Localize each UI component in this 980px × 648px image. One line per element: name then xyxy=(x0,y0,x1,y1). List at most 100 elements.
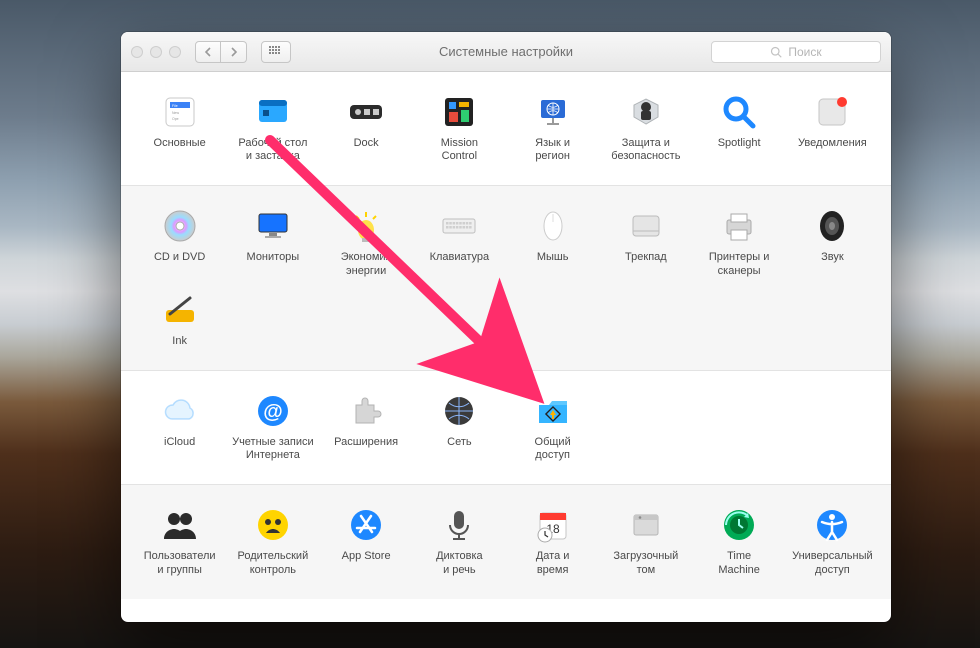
pref-label: Универсальный доступ xyxy=(792,550,873,576)
pref-label: Диктовка и речь xyxy=(436,550,483,576)
pref-label: Расширения xyxy=(334,436,398,449)
pref-icloud[interactable]: iCloud xyxy=(133,387,226,466)
pref-users[interactable]: Пользователи и группы xyxy=(133,501,226,580)
pref-cddvd[interactable]: CD и DVD xyxy=(133,202,226,281)
sharing-icon xyxy=(533,391,573,431)
pref-label: Экономия энергии xyxy=(341,251,392,277)
pref-label: Основные xyxy=(154,137,206,150)
extensions-icon xyxy=(346,391,386,431)
pref-accessibility[interactable]: Универсальный доступ xyxy=(786,501,879,580)
pref-label: Пользователи и группы xyxy=(144,550,216,576)
pref-label: Ink xyxy=(172,335,187,348)
close-button[interactable] xyxy=(131,46,143,58)
pref-sound[interactable]: Звук xyxy=(786,202,879,281)
preferences-body: File New Ope Основные Рабочий стол и заставк… xyxy=(121,72,891,622)
pref-datetime[interactable]: 18Дата и время xyxy=(506,501,599,580)
dictation-icon xyxy=(439,505,479,545)
pref-trackpad[interactable]: Трекпад xyxy=(599,202,692,281)
pref-label: Принтеры и сканеры xyxy=(709,251,770,277)
pref-label: Защита и безопасность xyxy=(611,137,680,163)
back-button[interactable] xyxy=(195,41,221,63)
pref-ink[interactable]: Ink xyxy=(133,286,226,352)
pref-desktop[interactable]: Рабочий стол и заставка xyxy=(226,88,319,167)
appstore-icon xyxy=(346,505,386,545)
pref-spotlight[interactable]: Spotlight xyxy=(693,88,786,167)
pref-section-0: File New Ope Основные Рабочий стол и заставк… xyxy=(121,72,891,185)
pref-parental[interactable]: Родительский контроль xyxy=(226,501,319,580)
trackpad-icon xyxy=(626,206,666,246)
pref-mouse[interactable]: Мышь xyxy=(506,202,599,281)
pref-label: CD и DVD xyxy=(154,251,205,264)
search-field[interactable]: Поиск xyxy=(711,41,881,63)
sound-icon xyxy=(812,206,852,246)
pref-label: Звук xyxy=(821,251,844,264)
svg-text:File: File xyxy=(172,104,178,108)
pref-label: App Store xyxy=(342,550,391,563)
pref-section-2: iCloud @ Учетные записи Интернета Расширени… xyxy=(121,370,891,484)
pref-section-1: CD и DVD Мониторы Экономия энергии Клавиату… xyxy=(121,185,891,370)
notifications-icon xyxy=(812,92,852,132)
svg-text:Ope: Ope xyxy=(172,117,179,121)
pref-label: Родительский контроль xyxy=(238,550,309,576)
pref-label: Сеть xyxy=(447,436,471,449)
pref-label: Трекпад xyxy=(625,251,667,264)
pref-label: Дата и время xyxy=(536,550,570,576)
users-icon xyxy=(160,505,200,545)
show-all-button[interactable] xyxy=(261,41,291,63)
zoom-button[interactable] xyxy=(169,46,181,58)
pref-label: Dock xyxy=(354,137,379,150)
desktop-wallpaper: Системные настройки Поиск File New Ope Осно… xyxy=(0,0,980,648)
forward-button[interactable] xyxy=(221,41,247,63)
grid-icon xyxy=(269,46,283,58)
pref-dock[interactable]: Dock xyxy=(320,88,413,167)
pref-label: Mission Control xyxy=(441,137,478,163)
pref-energy[interactable]: Экономия энергии xyxy=(320,202,413,281)
nav-back-forward xyxy=(195,41,247,63)
pref-label: Язык и регион xyxy=(535,137,570,163)
system-preferences-window: Системные настройки Поиск File New Ope Осно… xyxy=(121,32,891,622)
desktop-icon xyxy=(253,92,293,132)
keyboard-icon xyxy=(439,206,479,246)
dock-icon xyxy=(346,92,386,132)
pref-security[interactable]: Защита и безопасность xyxy=(599,88,692,167)
security-icon xyxy=(626,92,666,132)
pref-appstore[interactable]: App Store xyxy=(320,501,413,580)
pref-label: Уведомления xyxy=(798,137,867,150)
startup-icon xyxy=(626,505,666,545)
search-placeholder: Поиск xyxy=(788,45,821,59)
svg-text:@: @ xyxy=(263,401,283,423)
pref-keyboard[interactable]: Клавиатура xyxy=(413,202,506,281)
general-icon: File New Ope xyxy=(160,92,200,132)
icloud-icon xyxy=(160,391,200,431)
ink-icon xyxy=(160,290,200,330)
pref-lang[interactable]: Язык и регион xyxy=(506,88,599,167)
pref-internet[interactable]: @ Учетные записи Интернета xyxy=(226,387,319,466)
parental-icon xyxy=(253,505,293,545)
svg-text:New: New xyxy=(172,111,179,115)
pref-general[interactable]: File New Ope Основные xyxy=(133,88,226,167)
pref-dictation[interactable]: Диктовка и речь xyxy=(413,501,506,580)
mission-icon xyxy=(439,92,479,132)
pref-network[interactable]: Сеть xyxy=(413,387,506,466)
pref-displays[interactable]: Мониторы xyxy=(226,202,319,281)
pref-mission[interactable]: Mission Control xyxy=(413,88,506,167)
pref-printers[interactable]: Принтеры и сканеры xyxy=(693,202,786,281)
pref-startup[interactable]: Загрузочный том xyxy=(599,501,692,580)
pref-timemachine[interactable]: Time Machine xyxy=(693,501,786,580)
energy-icon xyxy=(346,206,386,246)
traffic-lights xyxy=(131,46,181,58)
mouse-icon xyxy=(533,206,573,246)
pref-label: Spotlight xyxy=(718,137,761,150)
pref-sharing[interactable]: Общий доступ xyxy=(506,387,599,466)
accessibility-icon xyxy=(812,505,852,545)
printers-icon xyxy=(719,206,759,246)
pref-label: Учетные записи Интернета xyxy=(232,436,314,462)
pref-label: Загрузочный том xyxy=(613,550,678,576)
pref-notifications[interactable]: Уведомления xyxy=(786,88,879,167)
lang-icon xyxy=(533,92,573,132)
pref-label: iCloud xyxy=(164,436,195,449)
pref-extensions[interactable]: Расширения xyxy=(320,387,413,466)
minimize-button[interactable] xyxy=(150,46,162,58)
titlebar: Системные настройки Поиск xyxy=(121,32,891,72)
pref-label: Time Machine xyxy=(718,550,760,576)
